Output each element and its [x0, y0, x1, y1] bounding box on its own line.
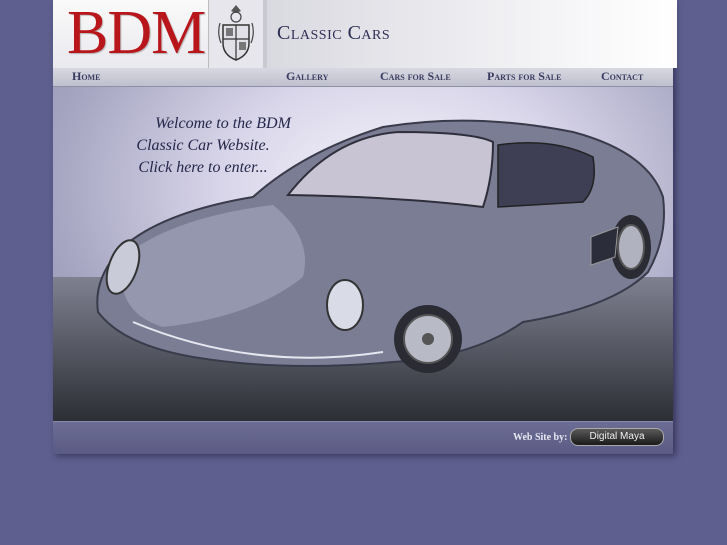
welcome-line-1: Welcome to the BDM: [155, 115, 291, 132]
crest-icon: [218, 5, 254, 61]
credit-label: Web Site by:: [513, 432, 568, 443]
digital-maya-badge[interactable]: Digital Maya: [570, 428, 664, 446]
site-frame: BDM Classic Cars Home Gallery Cars for S…: [53, 0, 677, 454]
nav-item-parts-for-sale[interactable]: Parts for Sale: [487, 69, 561, 84]
logo[interactable]: BDM: [67, 2, 206, 64]
nav-item-cars-for-sale[interactable]: Cars for Sale: [380, 69, 451, 84]
nav-item-gallery[interactable]: Gallery: [286, 69, 328, 84]
welcome-line-2: Classic Car Website.: [136, 137, 270, 154]
site-title: Classic Cars: [277, 22, 391, 44]
crest-emblem: [208, 0, 265, 68]
header: BDM Classic Cars: [53, 0, 677, 68]
title-panel: Classic Cars: [263, 0, 677, 68]
main-nav: Home Gallery Cars for Sale Parts for Sal…: [53, 68, 673, 87]
welcome-line-3: Click here to enter...: [138, 159, 268, 176]
nav-item-home[interactable]: Home: [72, 69, 100, 84]
hero-enter-link[interactable]: Welcome to the BDM Classic Car Website. …: [53, 87, 673, 421]
nav-item-contact[interactable]: Contact: [601, 69, 643, 84]
welcome-message[interactable]: Welcome to the BDM Classic Car Website. …: [93, 113, 313, 179]
footer: Web Site by: Digital Maya: [53, 421, 673, 454]
